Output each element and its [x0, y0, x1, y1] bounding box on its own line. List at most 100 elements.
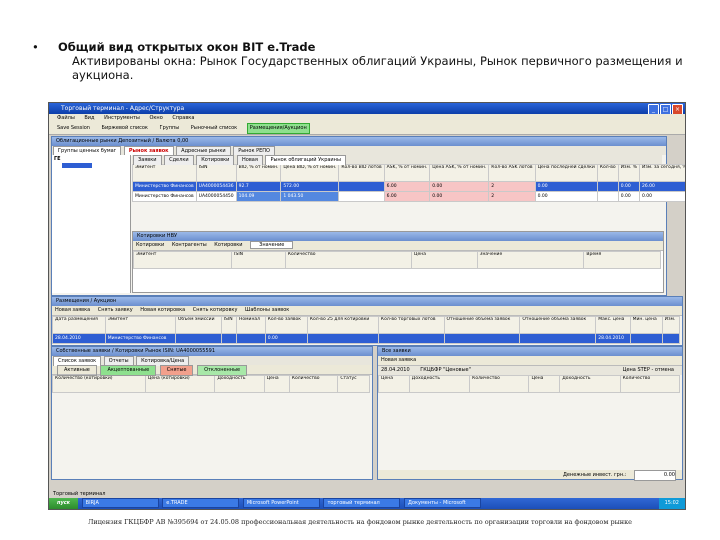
cell-isin: UA4000054436 — [195, 181, 237, 192]
cancel-order-button[interactable]: Снять заявку — [98, 307, 133, 313]
menu-file[interactable]: Файлы — [57, 115, 75, 121]
pcol-lots[interactable]: Кол-во торговых лотов — [377, 316, 445, 334]
subtab-orders[interactable]: Заявки — [133, 155, 162, 165]
placement-auction-button[interactable]: Размещения/Аукцион — [246, 123, 310, 134]
qcol-issuer[interactable]: Эмитент — [132, 251, 233, 269]
task-documents[interactable]: Документы - Microsoft — [404, 498, 482, 508]
pcol-min[interactable]: Мин. цена — [629, 316, 663, 334]
quotes-btn-quotes2[interactable]: Котировки — [214, 242, 242, 248]
ocol-status[interactable]: Статус — [337, 375, 370, 393]
col-bid-price[interactable]: Цена BID, % от номин. — [280, 164, 340, 182]
cell-ask: 6.00 — [383, 181, 431, 192]
cell-change: 0.00 — [617, 191, 640, 202]
pcol-ratio2[interactable]: Отношение объема заявок — [519, 316, 597, 334]
save-session-button[interactable]: Save Session — [55, 123, 92, 134]
pcol-orders[interactable]: Кол-во заявок — [264, 316, 308, 334]
subtab-new[interactable]: Новая — [237, 155, 263, 165]
ocol-quote-price[interactable]: Цена (котировки) — [144, 375, 216, 393]
acol-qty[interactable]: Количество — [469, 375, 530, 393]
pcol-nominal[interactable]: Номинал — [236, 316, 266, 334]
col-issuer[interactable]: Эмитент — [132, 164, 197, 182]
pcol-date[interactable]: Дата размещения — [52, 316, 106, 334]
cancel-quote-button[interactable]: Снять котировку — [193, 307, 238, 313]
col-qty[interactable]: Кол-во — [596, 164, 619, 182]
qcol-value[interactable]: Значение — [476, 251, 585, 269]
task-powerpoint[interactable]: Microsoft PowerPoint — [242, 498, 320, 508]
start-button[interactable]: пуск — [49, 498, 79, 509]
quotes-btn-quotes[interactable]: Котировки — [136, 242, 164, 248]
subtab-deals[interactable]: Сделки — [164, 155, 194, 165]
cell-date2: 28.04.2010 — [595, 333, 631, 344]
filter-active[interactable]: Активные — [57, 365, 97, 376]
market-list-button[interactable]: Рыночный список — [189, 123, 239, 134]
col-bid[interactable]: BID, % от номин. — [235, 164, 282, 182]
acol-yield[interactable]: Доходность — [408, 375, 471, 393]
placement-window-title: Размещения / Аукцион — [52, 297, 682, 306]
table-row[interactable]: Министерство Финансов UA4000054436 92.7 … — [132, 181, 685, 192]
table-row[interactable]: Министерство Финансов UA4000054450 104.0… — [132, 191, 685, 202]
own-orders-window: Собственные заявки / Котировки Рынок ISI… — [51, 346, 373, 480]
cell-bid-price: 572.00 — [280, 181, 340, 192]
col-ask-price[interactable]: Цена ASK, % от номин. — [429, 164, 490, 182]
task-terminal[interactable]: торговый терминал — [323, 498, 401, 508]
pcol-isin[interactable]: ISIN — [220, 316, 238, 334]
col-change[interactable]: Изм. % — [617, 164, 640, 182]
filter-cancelled[interactable]: Снятые — [159, 365, 194, 376]
task-birja[interactable]: BIRJA — [81, 498, 159, 508]
menu-bar: Файлы Вид Инструменты Окно Справка — [49, 114, 685, 123]
acol-yield2[interactable]: Доходность — [559, 375, 621, 393]
bonds-window-title: Облигационные рынки Депозитный / Валюта … — [52, 137, 666, 146]
info-place: ГКЦБФР "Ценовые" — [420, 367, 471, 373]
cell-ratio2 — [519, 333, 597, 344]
qcol-price[interactable]: Цена — [411, 251, 478, 269]
task-etrade[interactable]: e.TRADE — [162, 498, 240, 508]
menu-window[interactable]: Окно — [149, 115, 162, 121]
pcol-change[interactable]: Изм. — [661, 316, 681, 334]
pcol-issuer[interactable]: Эмитент — [104, 316, 176, 334]
qcol-isin[interactable]: ISIN — [231, 251, 286, 269]
cell-issuer: Министерство Финансов — [132, 181, 197, 192]
qcol-qty[interactable]: Количество — [284, 251, 413, 269]
table-row[interactable]: 28.04.2010 Министерство Финансов 0.00 28… — [52, 333, 681, 344]
menu-help[interactable]: Справка — [172, 115, 194, 121]
acol-price[interactable]: Цена — [378, 375, 410, 393]
order-templates-button[interactable]: Шаблоны заявок — [245, 307, 289, 313]
pcol-max[interactable]: Макс. цена — [595, 316, 631, 334]
col-isin[interactable]: ISIN — [195, 164, 237, 182]
subtab-quotes[interactable]: Котировки — [196, 155, 235, 165]
all-new-order-button[interactable]: Новая заявка — [381, 357, 416, 363]
col-change-today[interactable]: Изм. за сегодня, % — [638, 164, 685, 182]
cell-min — [661, 333, 681, 344]
pcol-quote-qty[interactable]: Кол-во 25 для котировки — [306, 316, 379, 334]
subtab-bonds-ukraine[interactable]: Рынок облигаций Украины — [265, 155, 346, 165]
ocol-yield[interactable]: Доходность — [214, 375, 265, 393]
pcol-volume[interactable]: Объем эмиссии — [174, 316, 222, 334]
bonds-grid-area: Заявки Сделки Котировки Новая Рынок обли… — [132, 155, 685, 293]
ocol-quote-qty[interactable]: Количество (котировки) — [52, 375, 146, 393]
col-ask-qty[interactable]: Кол-во ASK лотов — [488, 164, 536, 182]
acol-price2[interactable]: Цена — [528, 375, 561, 393]
groups-button[interactable]: Группы — [158, 123, 182, 134]
ocol-price[interactable]: Цена — [263, 375, 290, 393]
col-last-price[interactable]: Цена последней сделки — [534, 164, 598, 182]
filter-accepted[interactable]: Акцептованные — [100, 365, 157, 376]
cell-ratio1 — [443, 333, 521, 344]
qcol-time[interactable]: Время — [583, 251, 661, 269]
ocol-qty[interactable]: Количество — [288, 375, 339, 393]
filter-rejected[interactable]: Отклоненные — [197, 365, 248, 376]
new-order-button[interactable]: Новая заявка — [55, 307, 90, 313]
col-ask[interactable]: ASK, % от номин. — [383, 164, 431, 182]
cell-date: 28.04.2010 — [52, 333, 106, 344]
tree-root[interactable]: ГЕ — [52, 155, 130, 163]
menu-tools[interactable]: Инструменты — [104, 115, 140, 121]
tree-selected-node[interactable] — [62, 163, 92, 168]
new-quote-button[interactable]: Новая котировка — [140, 307, 185, 313]
acol-qty2[interactable]: Количество — [619, 375, 681, 393]
col-bid-qty[interactable]: Кол-во BID лотов — [338, 164, 385, 182]
exchange-list-button[interactable]: Биржевой список — [100, 123, 150, 134]
quotes-value-select[interactable]: Значение — [250, 241, 294, 249]
menu-view[interactable]: Вид — [84, 115, 94, 121]
placement-table: Дата размещения Эмитент Объем эмиссии IS… — [52, 316, 681, 344]
quotes-btn-counterparties[interactable]: Контрагенты — [172, 242, 207, 248]
pcol-ratio1[interactable]: Отношение объема заявок — [443, 316, 521, 334]
